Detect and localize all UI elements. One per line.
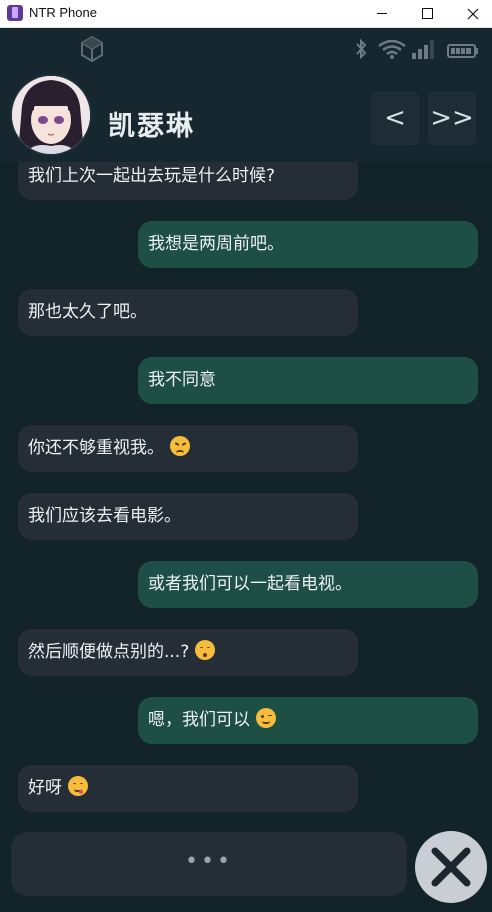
avatar — [10, 74, 92, 156]
message-text: 我想是两周前吧。 — [148, 234, 284, 254]
message-bubble: 你还不够重视我。 — [18, 425, 358, 472]
minimize-button[interactable] — [358, 0, 404, 28]
message-bubble: 或者我们可以一起看电视。 — [138, 561, 478, 608]
bluetooth-icon — [356, 39, 367, 59]
game-logo-icon — [81, 35, 103, 63]
savoring-food-face-icon — [68, 776, 88, 796]
skip-button[interactable]: >> — [426, 90, 478, 147]
message-text: 然后顺便做点别的...? — [28, 642, 190, 662]
wifi-icon — [378, 39, 406, 59]
status-bar — [0, 28, 492, 72]
maximize-button[interactable] — [404, 0, 450, 28]
message-bubble: 我不同意 — [138, 357, 478, 404]
message-bubble: 我们应该去看电影。 — [18, 493, 358, 540]
kissing-face-icon — [195, 640, 216, 660]
message-text: 你还不够重视我。 — [28, 438, 164, 458]
message-text: 我不同意 — [148, 370, 216, 390]
typing-indicator-bar[interactable]: ••• — [11, 832, 407, 896]
message-bubble: 嗯，我们可以 — [138, 697, 478, 744]
winking-face-icon — [256, 708, 276, 728]
message-bubble: 然后顺便做点别的...? — [18, 629, 358, 676]
message-list[interactable]: 我们上次一起出去玩是什么时候? 我想是两周前吧。 那也太久了吧。 我不同意 你还… — [0, 162, 492, 828]
message-text: 好呀 — [28, 778, 62, 798]
persevering-face-icon — [170, 436, 190, 456]
contact-name: 凯瑟琳 — [108, 111, 195, 142]
battery-icon — [447, 44, 478, 58]
close-icon — [467, 8, 479, 20]
contact-header: 凯瑟琳 < >> — [0, 72, 492, 162]
message-text: 我们应该去看电影。 — [28, 506, 181, 526]
close-phone-button[interactable] — [415, 831, 487, 903]
message-text: 那也太久了吧。 — [28, 302, 147, 322]
message-text: 我们上次一起出去玩是什么时候? — [28, 166, 276, 186]
message-text: 或者我们可以一起看电视。 — [148, 574, 352, 594]
contact-avatar-image — [12, 76, 90, 154]
message-bubble: 我们上次一起出去玩是什么时候? — [18, 162, 358, 200]
message-bubble: 那也太久了吧。 — [18, 289, 358, 336]
message-bubble: 好呀 — [18, 765, 358, 812]
window-title: NTR Phone — [29, 5, 97, 20]
close-window-button[interactable] — [450, 0, 492, 28]
message-text: 嗯，我们可以 — [148, 710, 250, 730]
typing-indicator: ••• — [185, 849, 233, 874]
window-titlebar: NTR Phone — [0, 0, 492, 28]
signal-icon — [412, 40, 434, 59]
back-button[interactable]: < — [369, 90, 421, 147]
message-bubble: 我想是两周前吧。 — [138, 221, 478, 268]
close-icon — [431, 847, 471, 887]
app-icon — [7, 5, 23, 21]
